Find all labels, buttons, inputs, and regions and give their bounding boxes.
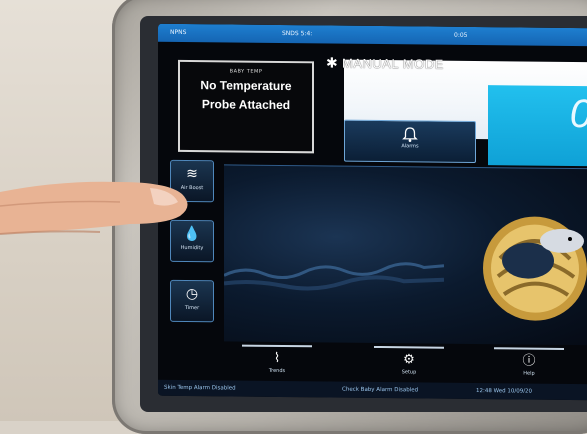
help-label: Help: [523, 370, 535, 377]
skin-temp-alarm-status: Skin Temp Alarm Disabled: [164, 384, 236, 392]
mode-label: MANUAL MODE: [342, 55, 444, 72]
alarms-label: Alarms: [401, 143, 419, 150]
date-time-status: 12:48 Wed 10/09/20: [476, 388, 533, 395]
waveform-graphic: [224, 262, 444, 291]
timer-button[interactable]: ◷ Timer: [170, 279, 214, 323]
trends-icon: ⌇: [273, 350, 281, 366]
temperature-display: 0: [488, 85, 587, 167]
armadillo-mascot-icon: [483, 216, 587, 321]
help-button[interactable]: ⓘ Help: [494, 347, 564, 388]
setup-icon: ⚙: [403, 352, 415, 368]
help-icon: ⓘ: [522, 353, 536, 369]
touch-screen: NPNS SNDS 5:4: 0:05 BABY TEMP No Tempera…: [158, 23, 587, 401]
baby-temp-panel: BABY TEMP No Temperature Probe Attached: [178, 59, 314, 154]
topbar-left-text: NPNS: [170, 28, 187, 36]
trend-graph-area: [224, 164, 587, 346]
timer-icon: ◷: [185, 285, 199, 303]
probe-message-line2: Probe Attached: [201, 97, 291, 113]
check-baby-alarm-status: Check Baby Alarm Disabled: [342, 386, 419, 394]
baby-temp-caption: BABY TEMP: [229, 68, 263, 75]
temperature-value: 0: [569, 92, 587, 137]
setup-button[interactable]: ⚙ Setup: [374, 345, 444, 387]
trends-label: Trends: [268, 367, 286, 375]
timer-label: Timer: [184, 304, 200, 312]
sun-icon: ✱: [326, 55, 338, 72]
trends-button[interactable]: ⌇ Trends: [242, 344, 312, 386]
topbar-center-text: SNDS 5:4:: [282, 29, 313, 38]
topbar-right-text: 0:05: [454, 31, 468, 39]
top-status-bar: NPNS SNDS 5:4: 0:05: [158, 23, 587, 47]
finger-image: [0, 181, 188, 235]
bell-icon: [402, 127, 418, 142]
probe-message-line1: No Temperature: [200, 78, 292, 94]
setup-label: Setup: [401, 369, 417, 376]
alarms-button[interactable]: Alarms: [344, 119, 476, 164]
